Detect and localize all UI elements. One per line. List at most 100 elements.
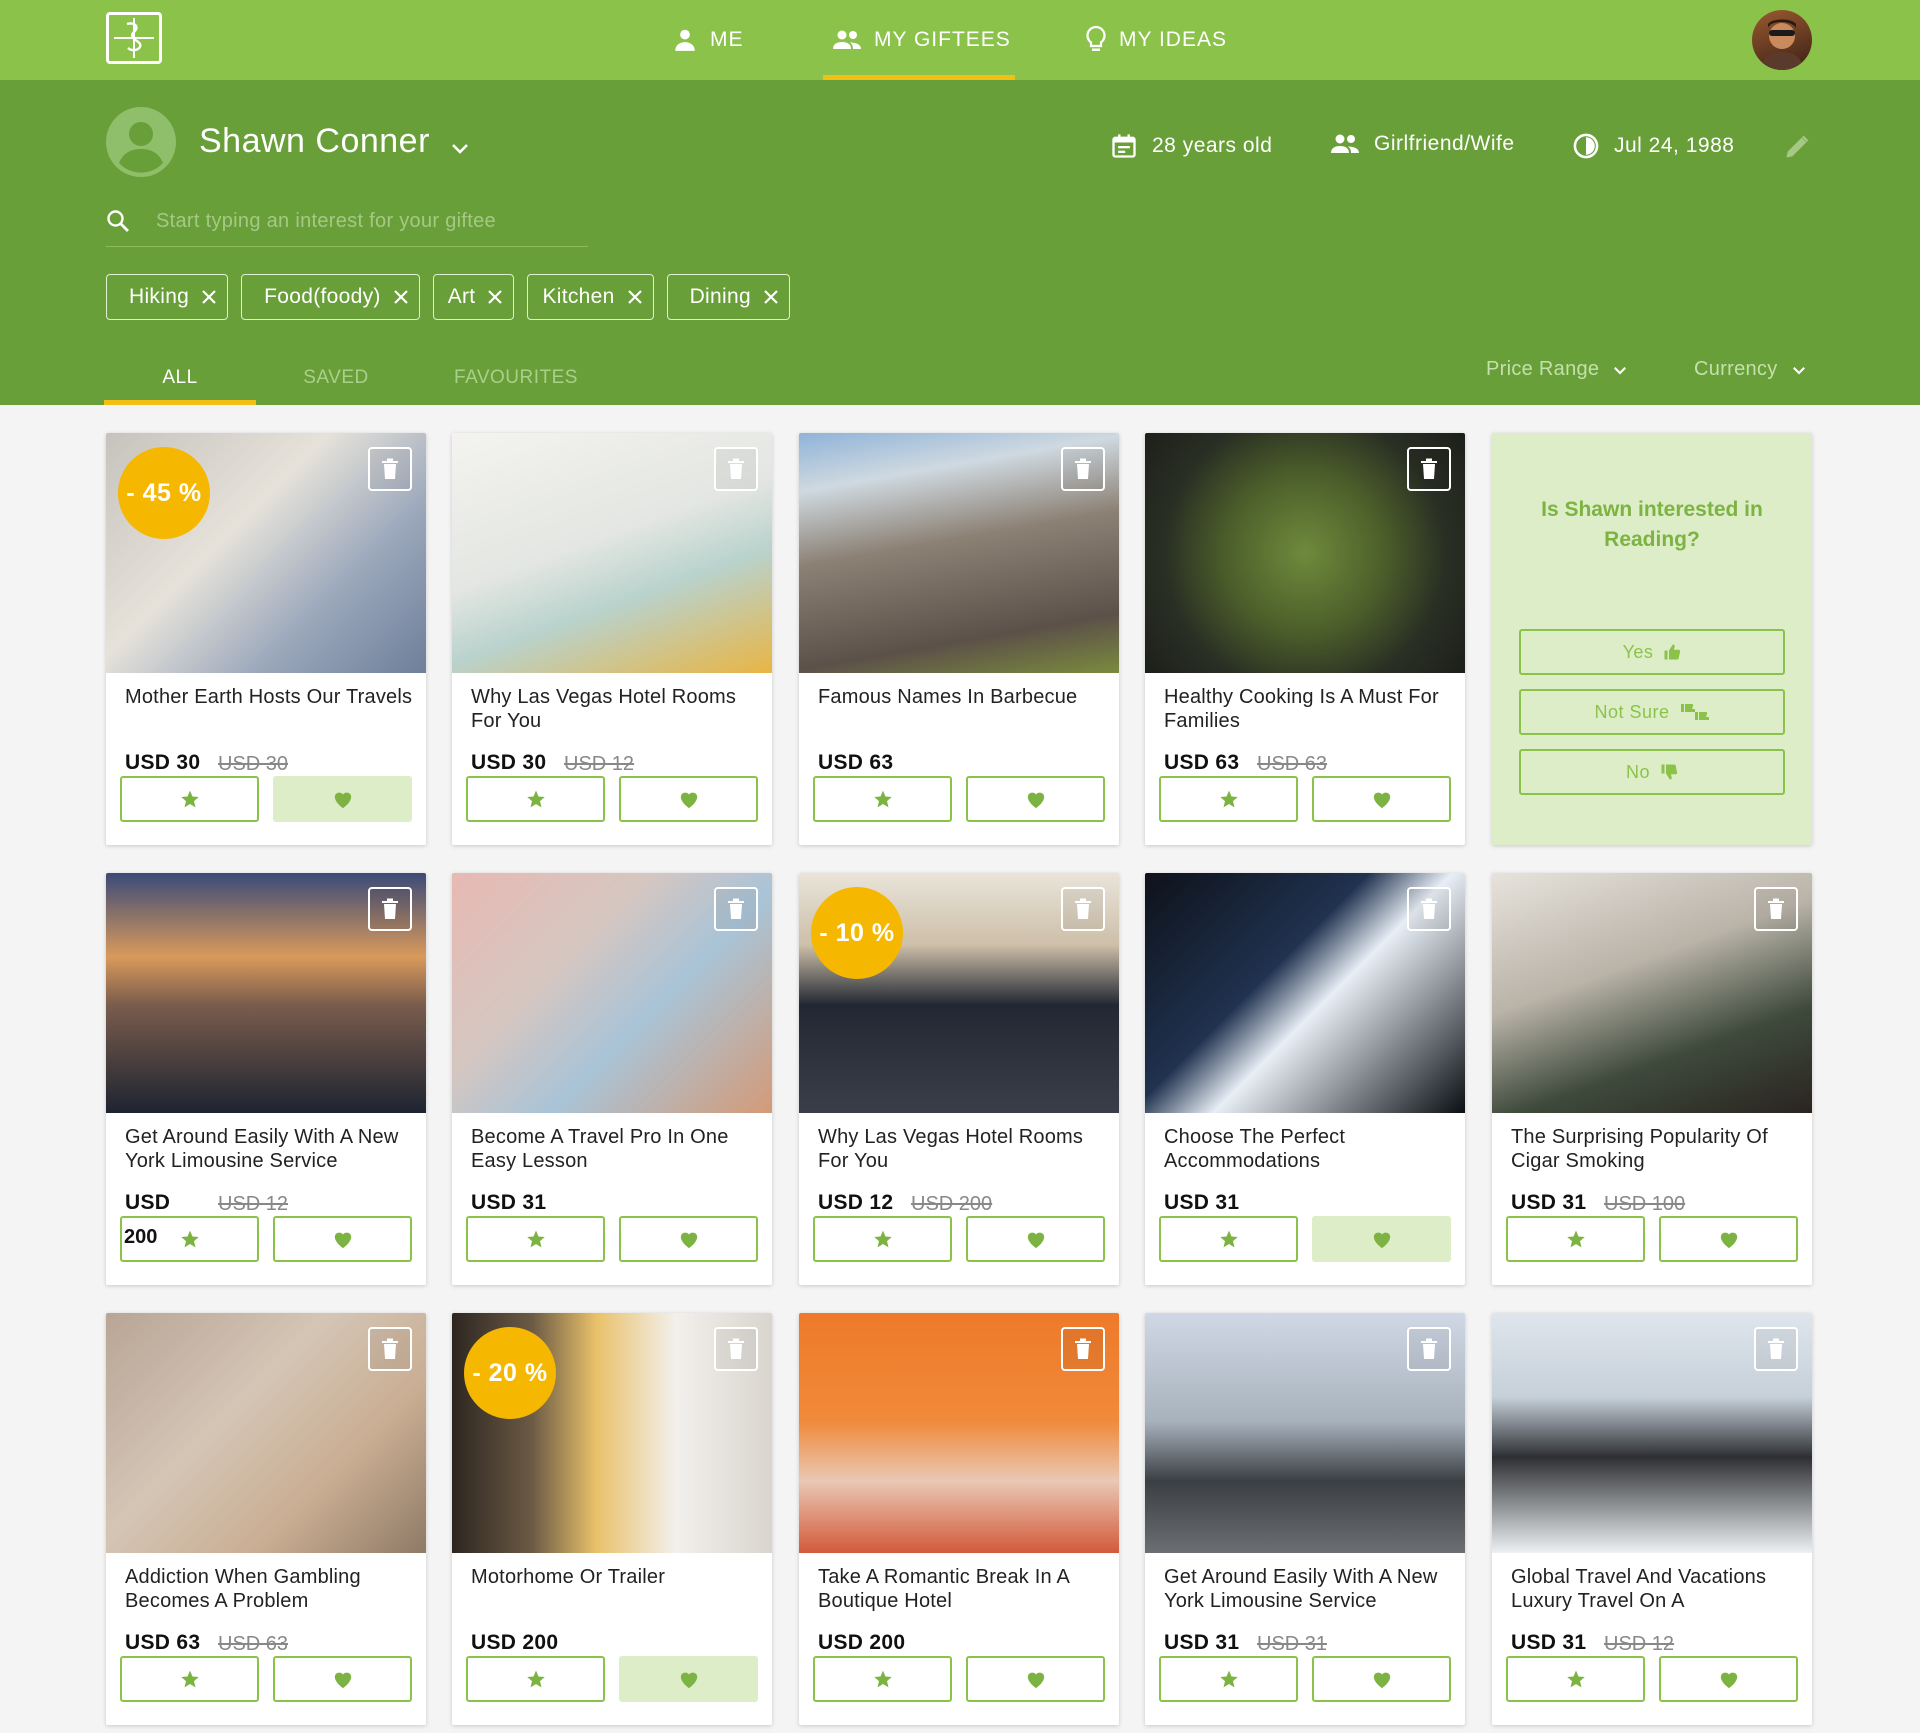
giftee-profile-icon — [106, 107, 176, 177]
save-button[interactable] — [1159, 1216, 1298, 1262]
not-sure-label: Not Sure — [1594, 701, 1670, 722]
gift-title: Choose The Perfect Accommodations — [1164, 1126, 1346, 1172]
tab-all[interactable]: ALL — [104, 350, 256, 405]
tab-favourites[interactable]: FAVOURITES — [416, 350, 616, 405]
gift-card[interactable]: Become A Travel Pro In One Easy Lesson US… — [452, 873, 772, 1285]
discount-badge: - 20 % — [464, 1327, 556, 1419]
favourite-button[interactable] — [619, 776, 758, 822]
save-button[interactable] — [1506, 1656, 1645, 1702]
interest-question-card: Is Shawn interested in Reading? Yes Not … — [1492, 433, 1812, 845]
nav-item-my-giftees[interactable]: MY GIFTEES — [832, 0, 1011, 80]
gift-card[interactable]: Global Travel And Vacations Luxury Trave… — [1492, 1313, 1812, 1725]
delete-button[interactable] — [714, 887, 758, 931]
price-range-dropdown[interactable]: Price Range — [1486, 358, 1629, 381]
gift-card[interactable]: - 20 % Motorhome Or Trailer USD 200 — [452, 1313, 772, 1725]
delete-button[interactable] — [368, 887, 412, 931]
interest-chip[interactable]: Art — [432, 274, 515, 320]
favourite-button[interactable] — [1659, 1656, 1798, 1702]
gift-price: USD 31 — [1164, 1631, 1240, 1654]
nav-item-my-ideas[interactable]: MY IDEAS — [1085, 0, 1227, 80]
gift-price: USD 12 — [818, 1191, 894, 1214]
save-button[interactable]: 200 — [120, 1216, 259, 1262]
interest-chip[interactable]: Kitchen — [527, 274, 654, 320]
interest-chip[interactable]: Hiking — [106, 274, 229, 320]
close-icon[interactable] — [393, 289, 409, 305]
gift-card[interactable]: Get Around Easily With A New York Limous… — [106, 873, 426, 1285]
user-avatar[interactable] — [1752, 10, 1812, 70]
save-button[interactable] — [813, 776, 952, 822]
favourite-button[interactable] — [1659, 1216, 1798, 1262]
save-button[interactable] — [813, 1216, 952, 1262]
gift-card[interactable]: - 10 % Why Las Vegas Hotel Rooms For You U… — [799, 873, 1119, 1285]
save-button[interactable] — [1506, 1216, 1645, 1262]
delete-button[interactable] — [368, 447, 412, 491]
trash-icon — [727, 458, 745, 480]
delete-button[interactable] — [1061, 1327, 1105, 1371]
app-logo[interactable] — [106, 12, 162, 64]
save-button[interactable] — [466, 776, 605, 822]
favourite-button[interactable] — [619, 1656, 758, 1702]
favourite-button[interactable] — [273, 1216, 412, 1262]
delete-button[interactable] — [714, 1327, 758, 1371]
gift-card[interactable]: Choose The Perfect Accommodations USD 31 — [1145, 873, 1465, 1285]
delete-button[interactable] — [714, 447, 758, 491]
close-icon[interactable] — [487, 289, 503, 305]
favourite-button[interactable] — [1312, 1216, 1451, 1262]
close-icon[interactable] — [201, 289, 217, 305]
chevron-down-icon[interactable] — [448, 136, 472, 165]
delete-button[interactable] — [1407, 1327, 1451, 1371]
favourite-button[interactable] — [1312, 1656, 1451, 1702]
gift-old-price: USD 31 — [1257, 1633, 1328, 1655]
interest-chip[interactable]: Dining — [666, 274, 790, 320]
interest-search-input[interactable] — [154, 208, 578, 234]
not-sure-button[interactable]: Not Sure — [1519, 689, 1785, 735]
no-button[interactable]: No — [1519, 749, 1785, 795]
trash-icon — [727, 1338, 745, 1360]
gift-card[interactable]: Take A Romantic Break In A Boutique Hote… — [799, 1313, 1119, 1725]
favourite-button[interactable] — [273, 1656, 412, 1702]
star-icon — [526, 789, 546, 809]
heart-icon — [332, 789, 354, 809]
currency-dropdown[interactable]: Currency — [1694, 358, 1808, 381]
tab-saved[interactable]: SAVED — [256, 350, 416, 405]
save-button[interactable] — [120, 1656, 259, 1702]
save-button[interactable] — [813, 1656, 952, 1702]
save-button[interactable] — [466, 1656, 605, 1702]
gift-old-price: USD 63 — [218, 1633, 289, 1655]
delete-button[interactable] — [368, 1327, 412, 1371]
favourite-button[interactable] — [619, 1216, 758, 1262]
giftee-header: Shawn Conner 28 years old Girlfriend/Wif… — [0, 80, 1920, 405]
save-button[interactable] — [120, 776, 259, 822]
trash-icon — [381, 1338, 399, 1360]
gift-card[interactable]: Get Around Easily With A New York Limous… — [1145, 1313, 1465, 1725]
delete-button[interactable] — [1407, 447, 1451, 491]
favourite-button[interactable] — [273, 776, 412, 822]
favourite-button[interactable] — [1312, 776, 1451, 822]
save-button[interactable] — [466, 1216, 605, 1262]
favourite-button[interactable] — [966, 1216, 1105, 1262]
close-icon[interactable] — [763, 289, 779, 305]
gift-card[interactable]: Addiction When Gambling Becomes A Proble… — [106, 1313, 426, 1725]
delete-button[interactable] — [1407, 887, 1451, 931]
gift-card[interactable]: - 45 % Mother Earth Hosts Our Travels USD … — [106, 433, 426, 845]
delete-button[interactable] — [1754, 1327, 1798, 1371]
save-button[interactable] — [1159, 1656, 1298, 1702]
favourite-button[interactable] — [966, 776, 1105, 822]
gift-card[interactable]: Why Las Vegas Hotel Rooms For You USD 30 U… — [452, 433, 772, 845]
nav-item-me[interactable]: ME — [672, 0, 744, 80]
favourite-button[interactable] — [966, 1656, 1105, 1702]
lightbulb-icon — [1085, 25, 1107, 55]
gift-card[interactable]: Healthy Cooking Is A Must For Families US… — [1145, 433, 1465, 845]
gift-card[interactable]: The Surprising Popularity Of Cigar Smoki… — [1492, 873, 1812, 1285]
save-button[interactable] — [1159, 776, 1298, 822]
trash-icon — [381, 458, 399, 480]
delete-button[interactable] — [1061, 447, 1105, 491]
interest-chip[interactable]: Food(foody) — [241, 274, 420, 320]
edit-icon[interactable] — [1783, 133, 1811, 166]
close-icon[interactable] — [627, 289, 643, 305]
delete-button[interactable] — [1754, 887, 1798, 931]
delete-button[interactable] — [1061, 887, 1105, 931]
yes-button[interactable]: Yes — [1519, 629, 1785, 675]
giftee-relation-label: Girlfriend/Wife — [1374, 132, 1515, 155]
gift-card[interactable]: Famous Names In Barbecue USD 63 — [799, 433, 1119, 845]
